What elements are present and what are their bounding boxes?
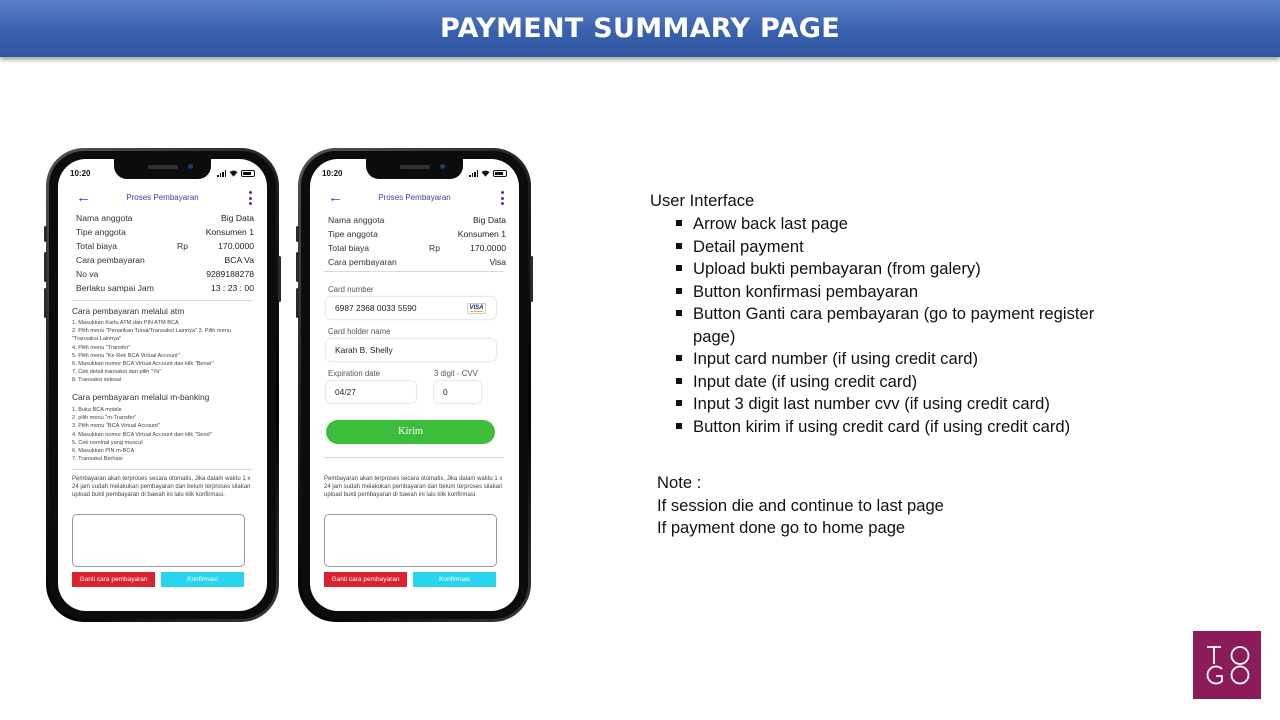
detail-row: No va 9289188278 (76, 269, 254, 279)
status-bar: 10:20 (70, 169, 255, 181)
title-banner: PAYMENT SUMMARY PAGE (0, 0, 1280, 57)
divider (72, 469, 252, 470)
wifi-icon (481, 170, 490, 177)
list-item: Upload bukti pembayaran (from galery) (676, 258, 1116, 281)
detail-row: Total biaya Rp 170.0000 (76, 241, 254, 251)
phone-screen-va: 10:20 ← Proses Pembayaran Nama anggota Bi… (58, 159, 267, 611)
list-item: Button konfirmasi pembayaran (676, 281, 1116, 304)
submit-card-button[interactable]: Kirim (326, 420, 495, 444)
upload-proof-box[interactable] (324, 514, 497, 567)
status-bar: 10:20 (322, 169, 507, 181)
phone-mockup-va: 10:20 ← Proses Pembayaran Nama anggota Bi… (44, 148, 281, 622)
phone-screen-card: 10:20 ← Proses Pembayaran Nama anggota Bi… (310, 159, 519, 611)
confirm-button[interactable]: Konfirmasi (413, 572, 496, 587)
list-item: Arrow back last page (676, 213, 1116, 236)
atm-section-title: Cara pembayaran melalui atm (72, 306, 185, 316)
card-number-label: Card number (328, 285, 374, 294)
detail-row: Tipe anggota Konsumen 1 (76, 227, 254, 237)
card-holder-label: Card holder name (328, 327, 391, 336)
detail-row: Cara pembayaran BCA Va (76, 255, 254, 265)
detail-row: Berlaku sampai Jam 13 : 23 : 00 (76, 283, 254, 293)
divider (324, 271, 504, 272)
note-line: If payment done go to home page (657, 518, 906, 537)
more-vert-icon[interactable] (501, 191, 505, 205)
card-number-input[interactable]: 6987 2368 0033 5590 VISA (326, 297, 496, 319)
expiration-label: Expiration date (328, 369, 381, 378)
payment-details: Nama anggota Big Data Tipe anggota Konsume… (328, 213, 506, 269)
togo-logo (1193, 631, 1261, 699)
app-bar: ← Proses Pembayaran (310, 185, 519, 211)
cvv-label: 3 digit - CVV (434, 369, 478, 378)
ui-heading: User Interface (650, 191, 755, 210)
payment-details: Nama anggota Big Data Tipe anggota Konsume… (76, 211, 254, 295)
payment-note: Pembayaran akan terproses secara otomati… (72, 476, 251, 499)
detail-row: Nama anggota Big Data (328, 215, 506, 225)
slide: PAYMENT SUMMARY PAGE 10:20 ← Proses Pemb… (0, 0, 1280, 720)
list-item: Input date (if using credit card) (676, 371, 1116, 394)
card-holder-input[interactable]: Karah B. Shelly (326, 339, 496, 361)
list-item: Detail payment (676, 236, 1116, 259)
detail-row: Tipe anggota Konsumen 1 (328, 229, 506, 239)
mbanking-section-title: Cara pembayaran melalui m-banking (72, 392, 210, 402)
status-time: 10:20 (322, 169, 343, 178)
detail-row: Cara pembayaran Visa (328, 257, 506, 267)
signal-icon (469, 170, 478, 177)
battery-icon (493, 170, 507, 177)
atm-steps: 1. Masukkan Kartu ATM dan PIN ATM BCA 2.… (72, 320, 231, 384)
divider (72, 300, 252, 301)
note-line: If session die and continue to last page (657, 495, 944, 515)
wifi-icon (229, 170, 238, 177)
app-bar-title: Proses Pembayaran (378, 193, 451, 202)
change-payment-button[interactable]: Ganti cara pembayaran (72, 572, 155, 587)
list-item: Input 3 digit last number cvv (if using … (676, 393, 1116, 416)
logo-mark-icon (1206, 646, 1250, 685)
detail-row: Total biaya Rp 170.0000 (328, 243, 506, 253)
payment-note: Pembayaran akan terproses secara otomati… (324, 476, 503, 499)
app-bar-title: Proses Pembayaran (126, 193, 199, 202)
cvv-input[interactable]: 0 (434, 381, 481, 403)
upload-proof-box[interactable] (72, 514, 245, 567)
change-payment-button[interactable]: Ganti cara pembayaran (324, 572, 407, 587)
mbanking-steps: 1. Buka BCA mobile 2. pilih menu "m-Tran… (72, 407, 212, 463)
divider (324, 457, 504, 458)
more-vert-icon[interactable] (249, 191, 253, 205)
signal-icon (217, 170, 226, 177)
phone-mockup-card: 10:20 ← Proses Pembayaran Nama anggota Bi… (296, 148, 533, 622)
page-title: PAYMENT SUMMARY PAGE (440, 13, 840, 44)
ui-feature-list: Arrow back last page Detail payment Uplo… (676, 213, 1116, 438)
list-item: Button kirim if using credit card (if us… (676, 416, 1116, 439)
app-bar: ← Proses Pembayaran (58, 185, 267, 211)
list-item: Button Ganti cara pembayaran (go to paym… (676, 303, 1106, 348)
battery-icon (241, 170, 255, 177)
note-title: Note : (657, 473, 702, 492)
visa-icon: VISA (467, 303, 486, 314)
confirm-button[interactable]: Konfirmasi (161, 572, 244, 587)
expiration-input[interactable]: 04/27 (326, 381, 416, 403)
list-item: Input card number (if using credit card) (676, 348, 1116, 371)
status-time: 10:20 (70, 169, 91, 178)
detail-row: Nama anggota Big Data (76, 213, 254, 223)
note-panel: Note : If session die and continue to la… (657, 472, 944, 540)
